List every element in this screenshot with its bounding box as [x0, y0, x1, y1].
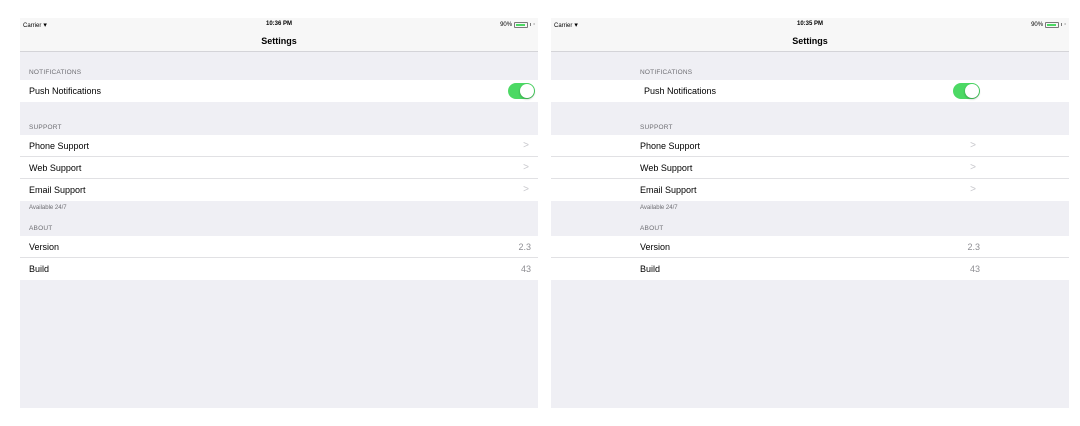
email-support-label: Email Support — [29, 185, 86, 195]
version-value: 2.3 — [967, 242, 980, 252]
section-header-notifications: NOTIFICATIONS — [640, 69, 693, 76]
section-header-support: SUPPORT — [29, 124, 62, 131]
battery-icon — [1045, 21, 1060, 28]
notifications-group: Push Notifications — [551, 80, 1069, 102]
navigation-bar: Carrier ▾ 10:35 PM 90% ⋅ Settings — [551, 18, 1069, 52]
push-notifications-label: Push Notifications — [29, 86, 102, 96]
section-header-support: SUPPORT — [640, 124, 673, 131]
settings-screen-right: Carrier ▾ 10:35 PM 90% ⋅ Settings NOTIFIC… — [551, 18, 1069, 408]
toggle-knob — [520, 84, 534, 98]
version-value: 2.3 — [518, 242, 531, 252]
support-footer: Available 24/7 — [640, 205, 678, 211]
battery-tip — [1061, 23, 1063, 26]
push-notifications-toggle[interactable] — [953, 83, 980, 99]
status-bar: Carrier ▾ 10:36 PM 90% ⋅ — [20, 18, 538, 30]
web-support-label: Web Support — [640, 163, 693, 173]
section-header-about: ABOUT — [640, 225, 664, 232]
toggle-knob — [965, 84, 979, 98]
navigation-bar: Carrier ▾ 10:36 PM 90% ⋅ Settings — [20, 18, 538, 52]
web-support-row[interactable]: Web Support > — [20, 157, 538, 179]
chevron-right-icon: > — [970, 162, 976, 173]
version-label: Version — [29, 242, 60, 252]
build-value: 43 — [520, 264, 531, 274]
support-group: Phone Support > Web Support > Email Supp… — [551, 135, 1069, 201]
settings-screen-left: Carrier ▾ 10:36 PM 90% ⋅ Settings NOTIFIC… — [20, 18, 538, 408]
push-notifications-label: Push Notifications — [644, 86, 717, 96]
support-group: Phone Support > Web Support > Email Supp… — [20, 135, 538, 201]
build-label: Build — [640, 264, 661, 274]
chevron-right-icon: > — [970, 140, 976, 151]
push-notifications-row: Push Notifications — [551, 80, 1069, 102]
build-value: 43 — [969, 264, 980, 274]
battery-icon — [514, 21, 529, 28]
charging-icon: ⋅ — [1064, 22, 1066, 28]
status-time: 10:36 PM — [265, 21, 292, 27]
battery-fill — [1047, 23, 1057, 26]
notifications-group: Push Notifications — [20, 80, 538, 102]
build-row: Build 43 — [551, 258, 1069, 280]
battery-percent: 90% — [1031, 21, 1044, 28]
about-group: Version 2.3 Build 43 — [20, 236, 538, 280]
web-support-row[interactable]: Web Support > — [551, 157, 1069, 179]
web-support-label: Web Support — [29, 163, 82, 173]
charging-icon: ⋅ — [533, 22, 535, 28]
page-title: Settings — [261, 36, 297, 46]
chevron-right-icon: > — [970, 184, 976, 195]
chevron-right-icon: > — [523, 162, 529, 173]
chevron-right-icon: > — [523, 140, 529, 151]
battery-fill — [516, 23, 526, 26]
phone-support-label: Phone Support — [29, 141, 90, 151]
phone-support-label: Phone Support — [640, 141, 701, 151]
page-title: Settings — [792, 36, 828, 46]
status-time: 10:35 PM — [796, 21, 823, 27]
push-notifications-row: Push Notifications — [20, 80, 538, 102]
version-label: Version — [640, 242, 671, 252]
battery-percent: 90% — [500, 21, 513, 28]
about-group: Version 2.3 Build 43 — [551, 236, 1069, 280]
battery-indicator: 90% ⋅ — [500, 21, 535, 28]
version-row: Version 2.3 — [551, 236, 1069, 258]
status-bar: Carrier ▾ 10:35 PM 90% ⋅ — [551, 18, 1069, 30]
phone-support-row[interactable]: Phone Support > — [551, 135, 1069, 157]
build-label: Build — [29, 264, 50, 274]
build-row: Build 43 — [20, 258, 538, 280]
section-header-notifications: NOTIFICATIONS — [29, 69, 82, 76]
support-footer: Available 24/7 — [29, 205, 67, 211]
battery-indicator: 90% ⋅ — [1031, 21, 1066, 28]
push-notifications-toggle[interactable] — [508, 83, 535, 99]
phone-support-row[interactable]: Phone Support > — [20, 135, 538, 157]
version-row: Version 2.3 — [20, 236, 538, 258]
battery-tip — [530, 23, 532, 26]
email-support-row[interactable]: Email Support > — [551, 179, 1069, 201]
email-support-label: Email Support — [640, 185, 697, 195]
chevron-right-icon: > — [523, 184, 529, 195]
email-support-row[interactable]: Email Support > — [20, 179, 538, 201]
section-header-about: ABOUT — [29, 225, 53, 232]
